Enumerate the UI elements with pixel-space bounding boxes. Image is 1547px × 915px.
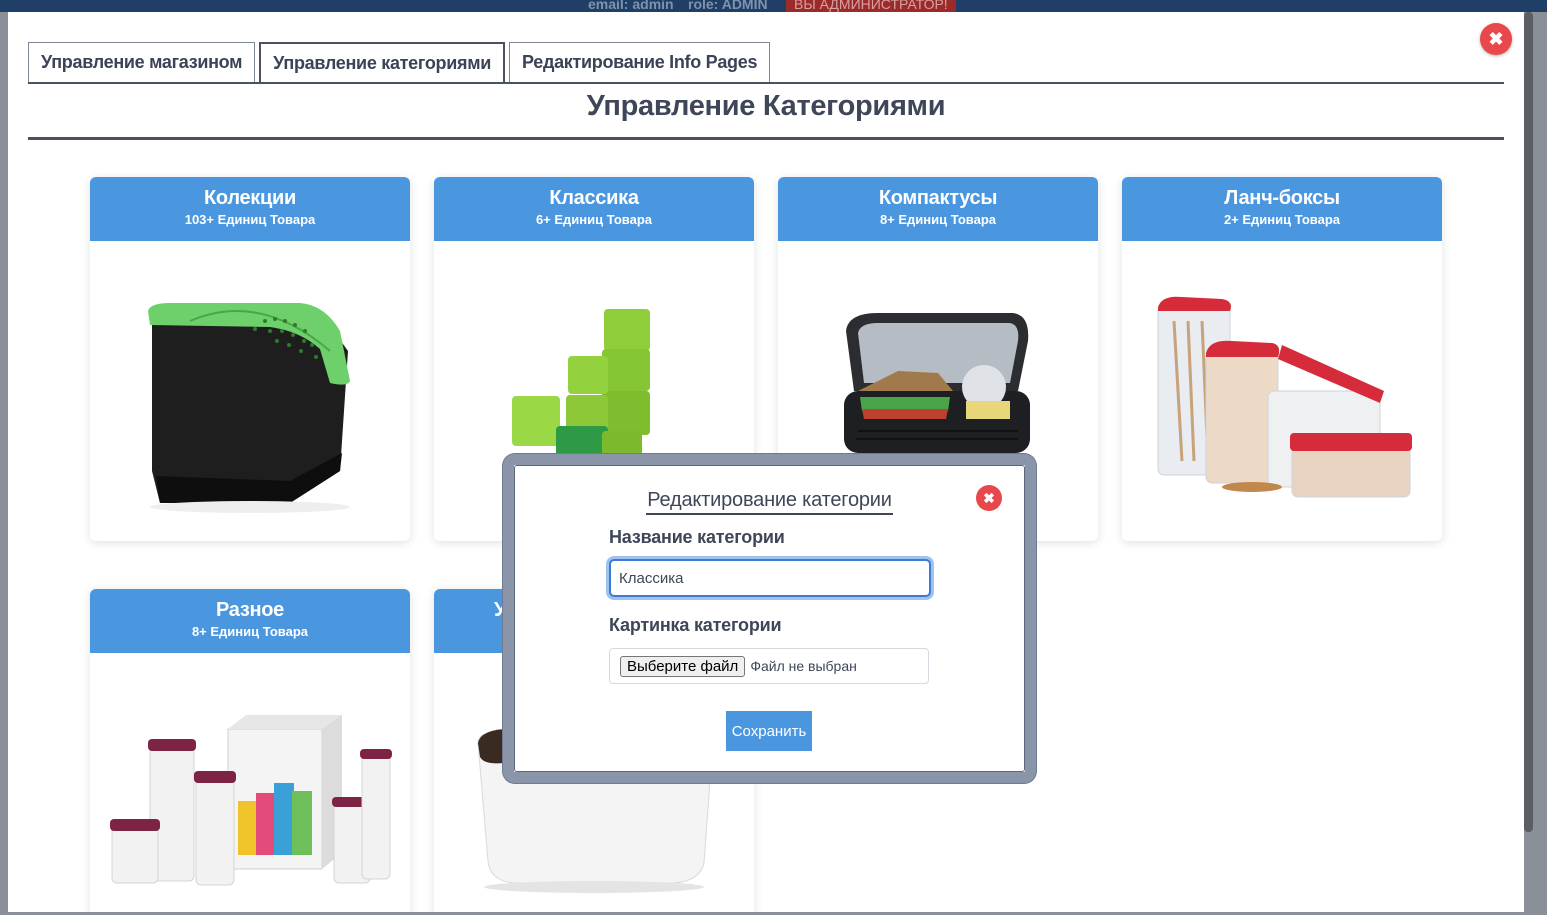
card-count: 8+ Единиц Товара (879, 212, 997, 227)
user-email: email: admin (588, 0, 674, 12)
admin-tabs: Управление магазином Управление категори… (28, 32, 1504, 84)
card-image-red-lid-containers (1157, 296, 1412, 498)
card-name: Классика (549, 187, 639, 209)
category-name-label: Название категории (609, 527, 785, 547)
card-image-black-container (148, 303, 350, 513)
page-title: Управление Категориями (586, 90, 946, 122)
top-header-strip: email: admin role: ADMIN ВЫ АДМИНИСТРАТО… (0, 0, 1547, 12)
modal-close-button[interactable]: ✖ (1480, 23, 1512, 55)
category-card-collections[interactable]: Колекции 103+ Единиц Товара (90, 177, 410, 541)
tab-shop-management[interactable]: Управление магазином (28, 42, 256, 82)
category-card-misc[interactable]: Разное 8+ Единиц Товара (90, 589, 410, 912)
card-header: Ланч-боксы 2+ Единиц Товара (1122, 177, 1442, 241)
dialog-close-button[interactable]: ✖ (976, 485, 1002, 511)
tab-info-pages[interactable]: Редактирование Info Pages (508, 42, 771, 82)
card-count: 2+ Единиц Товара (1223, 212, 1341, 227)
close-icon: ✖ (983, 489, 995, 506)
card-name: Колекции (204, 187, 296, 209)
admin-modal: Управление магазином Управление категори… (8, 12, 1524, 912)
file-input[interactable]: Выберите файл Файл не выбран (609, 648, 929, 684)
category-name-input[interactable] (609, 559, 931, 597)
user-role: role: ADMIN (688, 0, 768, 12)
card-header: Компактусы 8+ Единиц Товара (778, 177, 1098, 241)
card-count: 103+ Единиц Товара (184, 212, 316, 227)
admin-badge: ВЫ АДМИНИСТРАТОР! (786, 0, 956, 12)
close-icon: ✖ (1488, 28, 1504, 49)
dialog-title-wrap: Редактирование категории (514, 489, 1025, 515)
card-count: 6+ Единиц Товара (535, 212, 653, 227)
card-header: Разное 8+ Единиц Товара (90, 589, 410, 653)
scrollbar[interactable] (1524, 12, 1533, 832)
save-button[interactable]: Сохранить (726, 711, 812, 751)
file-status-text: Файл не выбран (750, 658, 857, 674)
card-name: Ланч-боксы (1224, 187, 1340, 209)
category-card-lunchboxes[interactable]: Ланч-боксы 2+ Единиц Товара (1122, 177, 1442, 541)
card-name: Компактусы (878, 187, 998, 209)
category-image-label: Картинка категории (609, 615, 782, 635)
card-image-tupperware-set (110, 715, 392, 886)
card-header: Классика 6+ Единиц Товара (434, 177, 754, 241)
dialog-title: Редактирование категории (646, 489, 893, 515)
edit-category-dialog: Редактирование категории ✖ Название кате… (503, 454, 1036, 783)
card-count: 8+ Единиц Товара (191, 624, 309, 639)
choose-file-button[interactable]: Выберите файл (620, 655, 746, 677)
title-divider (28, 137, 1504, 140)
card-name: Разное (215, 599, 284, 621)
card-header: Колекции 103+ Единиц Товара (90, 177, 410, 241)
tab-category-management[interactable]: Управление категориями (259, 42, 505, 82)
